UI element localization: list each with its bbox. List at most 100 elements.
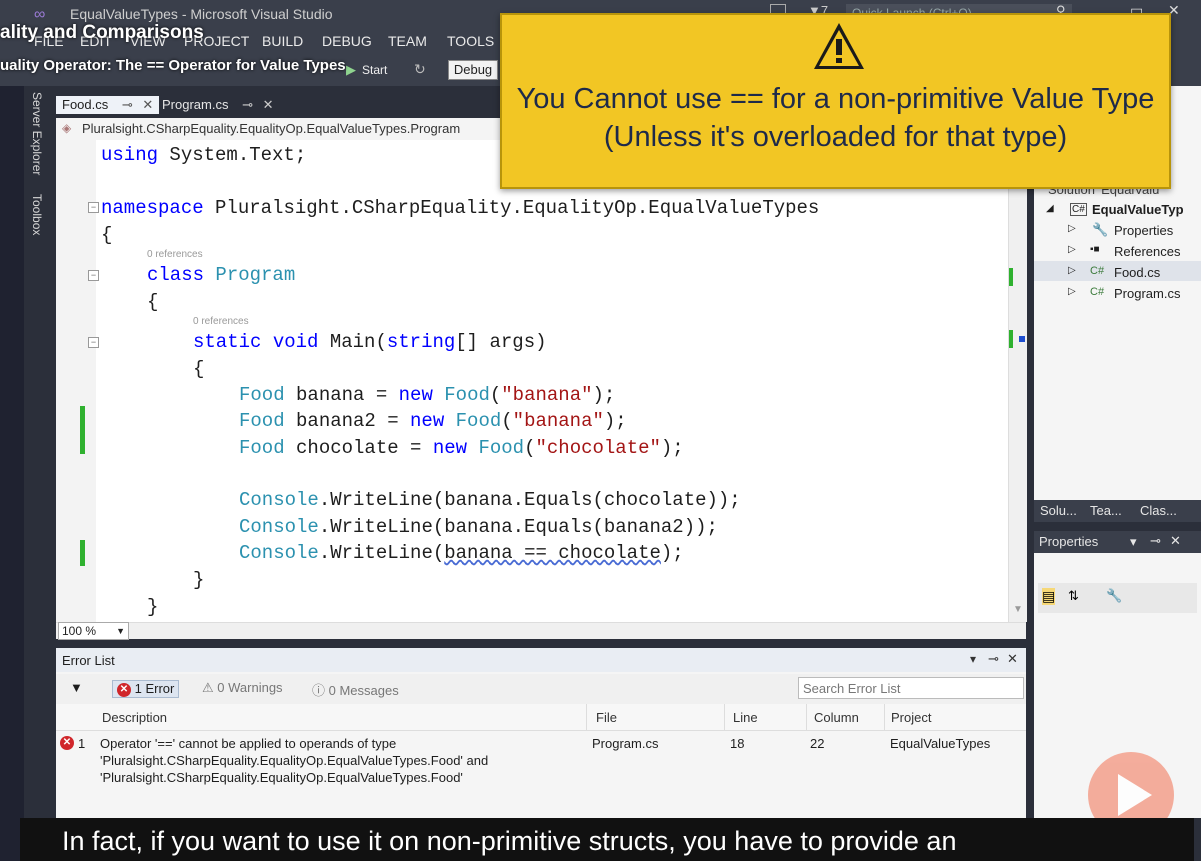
banner-line-2: (Unless it's overloaded for that type) (603, 121, 1068, 153)
wrench-icon: 🔧 (1092, 222, 1109, 237)
collapse-icon[interactable]: ▷ (1068, 286, 1076, 297)
warning-icon: ⚠ (202, 680, 214, 695)
pin-icon[interactable]: ⊸ (122, 97, 133, 112)
messages-filter-button[interactable]: ⓘ 0 Messages (312, 680, 399, 699)
close-icon[interactable]: ✕ (1007, 651, 1018, 667)
solution-item-properties[interactable]: Properties (1114, 223, 1173, 238)
error-project: EqualValueTypes (890, 736, 991, 751)
collapse-icon[interactable]: ▷ (1068, 265, 1076, 276)
code-line: { (147, 291, 159, 313)
course-title: ality and Comparisons (0, 22, 204, 43)
toolbox-tab[interactable]: Toolbox (30, 194, 44, 235)
wrench-icon[interactable]: 🔧 (1106, 588, 1122, 604)
fold-toggle[interactable]: − (88, 270, 99, 281)
tab-class[interactable]: Clas... (1140, 503, 1177, 518)
col-column[interactable]: Column (814, 710, 859, 725)
references-icon: ▪■ (1090, 244, 1100, 255)
horizontal-scrollbar[interactable] (56, 622, 1026, 639)
menu-build[interactable]: BUILD (262, 33, 303, 49)
tab-solution[interactable]: Solu... (1040, 503, 1077, 518)
start-icon[interactable]: ▶ (346, 62, 356, 78)
menu-tools[interactable]: TOOLS (447, 33, 494, 49)
code-line: Console.WriteLine(banana == chocolate); (239, 542, 684, 564)
fold-toggle[interactable]: − (88, 337, 99, 348)
solution-tabs: Solu... Tea... Clas... (1034, 500, 1201, 522)
tab-label: Program.cs (162, 97, 229, 112)
code-line: class Program (147, 264, 296, 286)
zoom-value: 100 % (62, 624, 97, 638)
vertical-scrollbar[interactable]: ▼ (1008, 140, 1027, 622)
code-line: { (101, 224, 113, 246)
warnings-count: 0 Warnings (217, 680, 283, 695)
expand-icon[interactable]: ◢ (1046, 203, 1054, 214)
warnings-filter-button[interactable]: ⚠ 0 Warnings (202, 680, 283, 696)
table-row[interactable]: ✕ 1 Operator '==' cannot be applied to o… (56, 732, 1026, 788)
tab-food-cs[interactable]: Food.cs ⊸ ✕ (56, 96, 160, 114)
pin-icon[interactable]: ⊸ (1150, 533, 1161, 549)
tab-team[interactable]: Tea... (1090, 503, 1122, 518)
code-line: } (147, 596, 159, 618)
course-subtitle: uality Operator: The == Operator for Val… (0, 57, 346, 74)
tab-program-cs[interactable]: Program.cs ⊸ ✕ (156, 96, 280, 114)
errors-filter-button[interactable]: ✕ 1 Error (112, 680, 180, 698)
code-line: Food banana2 = new Food("banana"); (239, 410, 627, 432)
categorized-icon[interactable]: ▤ (1042, 588, 1056, 605)
csharp-file-icon: C# (1090, 265, 1105, 277)
error-list-title: Error List (62, 653, 115, 668)
properties-title: Properties (1039, 534, 1099, 549)
menu-debug[interactable]: DEBUG (322, 33, 372, 49)
references-codelens[interactable]: 0 references (193, 316, 249, 327)
scroll-change-marker (1009, 268, 1013, 286)
scroll-down-icon[interactable]: ▼ (1013, 604, 1023, 615)
references-codelens[interactable]: 0 references (147, 249, 203, 260)
dropdown-icon[interactable]: ▾ (970, 652, 976, 666)
csharp-project-icon: C# (1070, 203, 1087, 216)
banner-line-1: You Cannot use == for a non-primitive Va… (516, 83, 1155, 115)
info-icon: ⓘ (312, 683, 326, 698)
solution-item-food-cs[interactable]: Food.cs (1114, 265, 1160, 280)
error-search-input[interactable]: Search Error List (798, 677, 1024, 699)
close-icon[interactable]: ✕ (1170, 533, 1181, 549)
column-divider (586, 704, 587, 730)
collapse-icon[interactable]: ▷ (1068, 244, 1076, 255)
zoom-dropdown[interactable]: 100 % ▼ (58, 622, 129, 640)
error-description-3: 'Pluralsight.CSharpEquality.EqualityOp.E… (100, 770, 463, 785)
solution-item-program-cs[interactable]: Program.cs (1114, 286, 1180, 301)
filter-icon[interactable]: ▼ (70, 680, 83, 695)
error-description-1: Operator '==' cannot be applied to opera… (100, 736, 397, 751)
dropdown-icon[interactable]: ▾ (1130, 534, 1137, 550)
collapse-icon[interactable]: ▷ (1068, 223, 1076, 234)
col-line[interactable]: Line (733, 710, 758, 725)
fold-toggle[interactable]: − (88, 202, 99, 213)
nav-path[interactable]: Pluralsight.CSharpEquality.EqualityOp.Eq… (82, 121, 460, 136)
subtitle-text: In fact, if you want to use it on non-pr… (62, 826, 957, 856)
window-title: EqualValueTypes - Microsoft Visual Studi… (70, 6, 333, 22)
project-node[interactable]: EqualValueTyp (1092, 202, 1184, 217)
menu-team[interactable]: TEAM (388, 33, 427, 49)
error-icon: ✕ (117, 682, 131, 697)
solution-item-references[interactable]: References (1114, 244, 1180, 259)
pin-icon[interactable]: ⊸ (242, 97, 253, 112)
code-line: } (193, 569, 205, 591)
error-list-header: Error List ▾ ⊸ ✕ (56, 648, 1026, 672)
config-dropdown[interactable]: Debug (448, 60, 498, 80)
start-button[interactable]: Start (362, 63, 387, 77)
col-project[interactable]: Project (891, 710, 931, 725)
col-file[interactable]: File (596, 710, 617, 725)
error-squiggle[interactable]: banana == chocolate (444, 542, 661, 564)
properties-header: Properties ▾ ⊸ ✕ (1034, 531, 1201, 553)
warning-banner: You Cannot use == for a non-primitive Va… (500, 13, 1171, 189)
server-explorer-tab[interactable]: Server Explorer (30, 92, 44, 175)
change-bar (80, 406, 85, 454)
code-line: static void Main(string[] args) (193, 331, 547, 353)
close-icon[interactable]: ✕ (263, 97, 274, 112)
chevron-down-icon: ▼ (116, 626, 125, 636)
error-icon: ✕ (60, 736, 74, 750)
error-line: 18 (730, 736, 745, 751)
col-description[interactable]: Description (102, 710, 167, 725)
pin-icon[interactable]: ⊸ (988, 651, 999, 667)
close-icon[interactable]: ✕ (142, 97, 153, 112)
left-tool-tabs: Server Explorer Toolbox (24, 86, 54, 646)
refresh-icon[interactable]: ↻ (414, 61, 426, 78)
alphabetical-icon[interactable]: ⇅ (1068, 588, 1079, 604)
